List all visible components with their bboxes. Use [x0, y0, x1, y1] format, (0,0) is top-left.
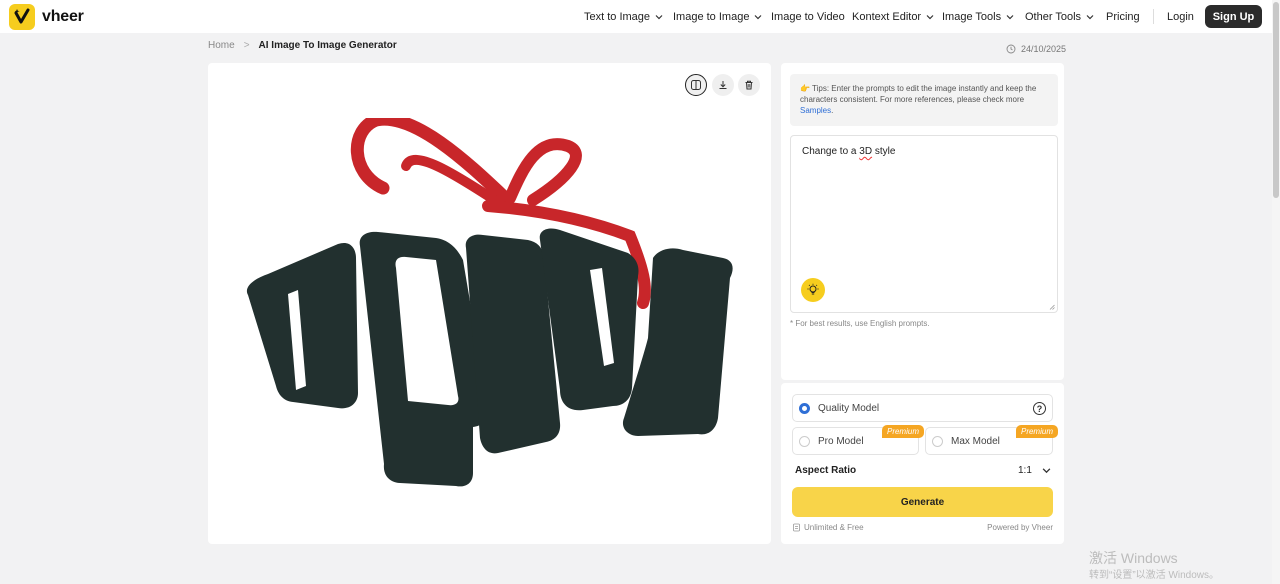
date-stamp: 24/10/2025	[1006, 44, 1066, 54]
nav-label: Pricing	[1106, 10, 1140, 23]
nav-pricing[interactable]: Pricing	[1106, 0, 1140, 33]
breadcrumb: Home > AI Image To Image Generator	[208, 40, 397, 51]
quality-model-label: Quality Model	[818, 402, 880, 414]
premium-badge: Premium	[1015, 425, 1058, 438]
resize-handle-icon[interactable]	[1049, 304, 1055, 310]
prompt-before: Change to a	[802, 146, 860, 157]
pro-model-label: Pro Model	[818, 435, 864, 447]
generated-image	[238, 118, 743, 490]
delete-button[interactable]	[738, 74, 760, 96]
max-model-option[interactable]: Max Model Premium	[925, 425, 1058, 455]
chevron-down-icon	[1042, 468, 1051, 474]
prompt-note: * For best results, use English prompts.	[790, 319, 930, 328]
chevron-down-icon	[926, 14, 934, 19]
prompt-text: Change to a 3D style	[802, 146, 895, 157]
prompt-after: style	[872, 146, 896, 157]
page-scrollbar[interactable]	[1272, 0, 1280, 584]
generate-button[interactable]: Generate	[792, 487, 1053, 517]
tips-text: Tips: Enter the prompts to edit the imag…	[800, 84, 1037, 104]
prompt-idea-button[interactable]	[801, 278, 825, 302]
breadcrumb-separator: >	[243, 40, 250, 51]
radio-selected	[799, 402, 810, 414]
tips-suffix: .	[831, 106, 834, 115]
scrollbar-thumb[interactable]	[1273, 2, 1279, 198]
image-preview-panel	[208, 63, 771, 544]
samples-link[interactable]: Samples	[800, 106, 831, 115]
chevron-down-icon	[655, 14, 663, 19]
radio-unselected	[799, 435, 810, 447]
download-icon	[719, 81, 727, 89]
nav-label: Image Tools	[942, 10, 1002, 23]
windows-activation-watermark-title: 激活 Windows	[1089, 550, 1178, 566]
nav-label: Text to Image	[584, 10, 651, 23]
pro-model-option[interactable]: Pro Model Premium	[792, 425, 924, 455]
max-model-label: Max Model	[951, 435, 1000, 447]
clock-icon	[1006, 44, 1016, 54]
login-label: Login	[1167, 10, 1194, 23]
hand-pointing-icon: 👉	[800, 84, 810, 93]
settings-panel: Quality Model ? Pro Model Premium Max Mo…	[781, 383, 1064, 544]
nav-kontext-editor[interactable]: Kontext Editor	[852, 0, 934, 33]
unlimited-free-text: Unlimited & Free	[804, 523, 864, 532]
nav-text-to-image[interactable]: Text to Image	[584, 0, 663, 33]
download-button[interactable]	[712, 74, 734, 96]
trash-icon	[745, 80, 753, 90]
premium-badge: Premium	[881, 425, 924, 438]
nav-image-to-image[interactable]: Image to Image	[673, 0, 762, 33]
lightbulb-icon	[807, 283, 819, 295]
login-link[interactable]: Login	[1167, 0, 1194, 33]
quality-model-option[interactable]: Quality Model ?	[792, 394, 1053, 422]
windows-activation-watermark-subtitle: 转到“设置”以激活 Windows。	[1089, 570, 1220, 581]
nav-label: Other Tools	[1025, 10, 1082, 23]
compare-icon	[691, 80, 701, 90]
breadcrumb-current: AI Image To Image Generator	[258, 40, 397, 51]
aspect-ratio-select[interactable]: 1:1	[1018, 465, 1051, 476]
compare-button[interactable]	[685, 74, 707, 96]
nav-divider	[1153, 9, 1154, 24]
nav-image-to-video[interactable]: Image to Video	[771, 0, 845, 33]
signup-button[interactable]: Sign Up	[1205, 5, 1262, 28]
tips-box: 👉 Tips: Enter the prompts to edit the im…	[790, 74, 1058, 126]
nav-image-tools[interactable]: Image Tools	[942, 0, 1014, 33]
radio-unselected	[932, 435, 943, 447]
nav-other-tools[interactable]: Other Tools	[1025, 0, 1094, 33]
aspect-ratio-label: Aspect Ratio	[795, 465, 857, 476]
prompt-textarea[interactable]: Change to a 3D style	[790, 135, 1058, 313]
prompt-panel: 👉 Tips: Enter the prompts to edit the im…	[781, 63, 1064, 380]
prompt-misspelled: 3D	[859, 146, 873, 157]
brand-name: vheer	[42, 8, 84, 25]
powered-by: Powered by Vheer	[987, 523, 1053, 532]
chevron-down-icon	[1006, 14, 1014, 19]
help-icon[interactable]: ?	[1033, 402, 1046, 415]
top-navbar: vheer Text to Image Image to Image Image…	[0, 0, 1272, 33]
aspect-ratio-value: 1:1	[1018, 465, 1032, 476]
unlimited-free-note: Unlimited & Free	[792, 523, 864, 532]
chevron-down-icon	[1086, 14, 1094, 19]
chevron-down-icon	[755, 14, 762, 19]
nav-label: Kontext Editor	[852, 10, 922, 23]
logo[interactable]: vheer	[9, 4, 84, 30]
vheer-logo-icon	[9, 4, 35, 30]
date-text: 24/10/2025	[1021, 44, 1067, 54]
document-icon	[793, 523, 800, 532]
breadcrumb-home[interactable]: Home	[208, 40, 235, 51]
nav-label: Image to Image	[673, 10, 750, 23]
nav-label: Image to Video	[771, 10, 845, 23]
